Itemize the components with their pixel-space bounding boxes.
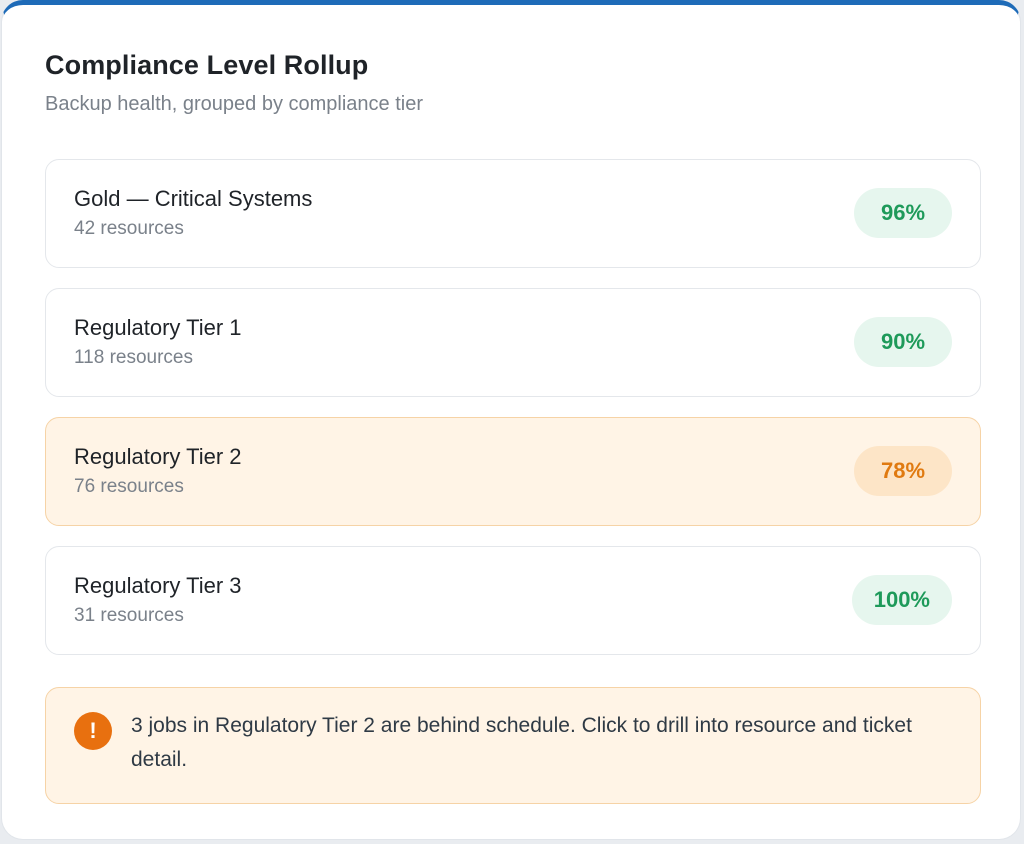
tier-name: Regulatory Tier 2 (74, 444, 242, 469)
tier-health-badge: 90% (854, 317, 952, 367)
tier-resource-count: 76 resources (74, 476, 184, 497)
tier-row-gold[interactable]: Gold — Critical Systems 42 resources 96% (45, 159, 981, 268)
tier-health-badge: 100% (851, 575, 952, 625)
tier-name: Regulatory Tier 1 (74, 315, 242, 340)
tier-health-badge: 78% (854, 446, 952, 496)
tier-row-regulatory-2[interactable]: Regulatory Tier 2 76 resources 78% (45, 417, 981, 526)
tier-health-badge: 96% (854, 188, 952, 238)
tier-resource-count: 42 resources (74, 218, 184, 239)
tier-resource-count: 31 resources (74, 605, 184, 626)
alert-message: 3 jobs in Regulatory Tier 2 are behind s… (131, 714, 912, 771)
tier-row-regulatory-1[interactable]: Regulatory Tier 1 118 resources 90% (45, 288, 981, 397)
tier-name: Gold — Critical Systems (74, 186, 313, 211)
tier-name: Regulatory Tier 3 (74, 573, 242, 598)
tier-resource-count: 118 resources (74, 347, 193, 368)
compliance-rollup-card: Compliance Level Rollup Backup health, g… (1, 0, 1021, 840)
schedule-alert-banner[interactable]: ! 3 jobs in Regulatory Tier 2 are behind… (45, 687, 981, 804)
card-title: Compliance Level Rollup (45, 50, 369, 80)
exclamation-icon: ! (74, 712, 112, 750)
card-subtitle: Backup health, grouped by compliance tie… (45, 93, 424, 115)
tier-row-regulatory-3[interactable]: Regulatory Tier 3 31 resources 100% (45, 546, 981, 655)
